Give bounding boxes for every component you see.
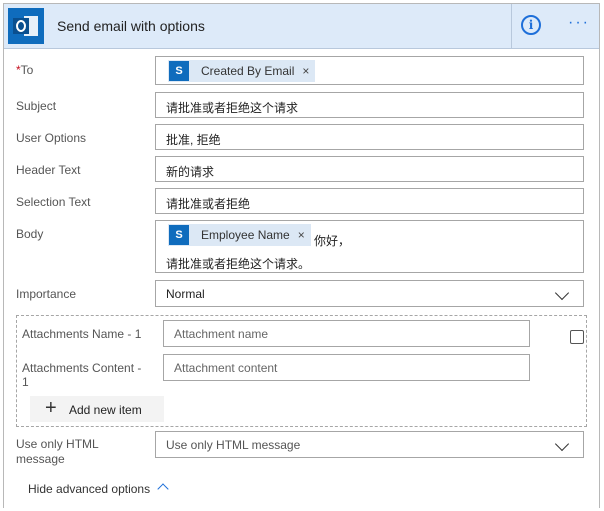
selection-text-value: 请批准或者拒绝 — [166, 197, 251, 211]
chevron-down-icon[interactable] — [554, 285, 570, 301]
attachments-name-label: Attachments Name - 1 — [22, 327, 142, 341]
attachment-content-input[interactable]: Attachment content — [163, 354, 530, 381]
importance-dropdown[interactable]: Normal — [155, 280, 584, 307]
user-options-value: 批准, 拒绝 — [166, 133, 221, 147]
selection-text-field[interactable]: 请批准或者拒绝 — [155, 188, 584, 214]
chevron-up-icon[interactable] — [157, 483, 169, 495]
ellipsis-icon[interactable]: ··· — [568, 14, 590, 32]
attachments-content-label-line1: Attachments Content - — [22, 361, 142, 375]
employee-name-token[interactable]: S Employee Name × — [168, 224, 311, 246]
subject-field[interactable]: 请批准或者拒绝这个请求 — [155, 92, 584, 118]
user-options-field[interactable]: 批准, 拒绝 — [155, 124, 584, 150]
hide-advanced-options-link[interactable]: Hide advanced options — [28, 482, 150, 496]
sharepoint-icon: S — [169, 225, 189, 245]
token-label: Employee Name — [201, 228, 290, 242]
header-text-value: 新的请求 — [166, 165, 215, 179]
body-greeting: 你好， — [314, 234, 351, 248]
action-card: Send email with options i ··· *To S Crea… — [3, 3, 600, 508]
attachment-content-placeholder: Attachment content — [174, 361, 278, 375]
created-by-email-token[interactable]: S Created By Email × — [168, 60, 316, 82]
user-options-label: User Options — [16, 131, 87, 145]
body-field[interactable]: S Employee Name × 你好， 请批准或者拒绝这个请求。 — [155, 220, 584, 273]
to-label: *To — [16, 63, 33, 77]
header-text-field[interactable]: 新的请求 — [155, 156, 584, 182]
attachments-content-label: Attachments Content - 1 — [22, 361, 141, 389]
to-label-text: To — [20, 63, 34, 77]
html-message-label: Use only HTML message — [16, 437, 99, 467]
html-message-label-line1: Use only HTML — [16, 437, 99, 451]
chevron-down-icon[interactable] — [554, 436, 570, 452]
delete-icon[interactable] — [570, 330, 584, 344]
subject-value: 请批准或者拒绝这个请求 — [166, 101, 299, 115]
plus-icon: + — [45, 397, 57, 419]
subject-label: Subject — [16, 99, 57, 113]
action-title: Send email with options — [57, 18, 205, 34]
to-field[interactable]: S Created By Email × — [155, 56, 584, 85]
token-label: Created By Email — [201, 64, 295, 78]
action-header[interactable]: Send email with options i ··· — [4, 4, 599, 49]
info-icon[interactable]: i — [521, 15, 541, 35]
header-divider — [511, 4, 512, 48]
add-new-item-label: Add new item — [69, 403, 142, 417]
header-text-label: Header Text — [16, 163, 81, 177]
importance-label: Importance — [16, 287, 77, 301]
body-label: Body — [16, 227, 44, 241]
selection-text-label: Selection Text — [16, 195, 91, 209]
body-line2: 请批准或者拒绝这个请求。 — [166, 257, 311, 271]
attachment-name-input[interactable]: Attachment name — [163, 320, 530, 347]
remove-token-icon[interactable]: × — [302, 64, 309, 78]
html-message-label-line2: message — [16, 452, 65, 466]
outlook-icon — [8, 8, 44, 44]
html-message-dropdown[interactable]: Use only HTML message — [155, 431, 584, 458]
remove-token-icon[interactable]: × — [298, 228, 305, 242]
importance-value: Normal — [166, 287, 205, 301]
attachment-name-placeholder: Attachment name — [174, 327, 269, 341]
sharepoint-icon: S — [169, 61, 189, 81]
html-message-placeholder: Use only HTML message — [166, 438, 301, 452]
add-new-item-button[interactable]: + Add new item — [30, 396, 164, 422]
attachments-content-label-line2: 1 — [22, 375, 29, 389]
